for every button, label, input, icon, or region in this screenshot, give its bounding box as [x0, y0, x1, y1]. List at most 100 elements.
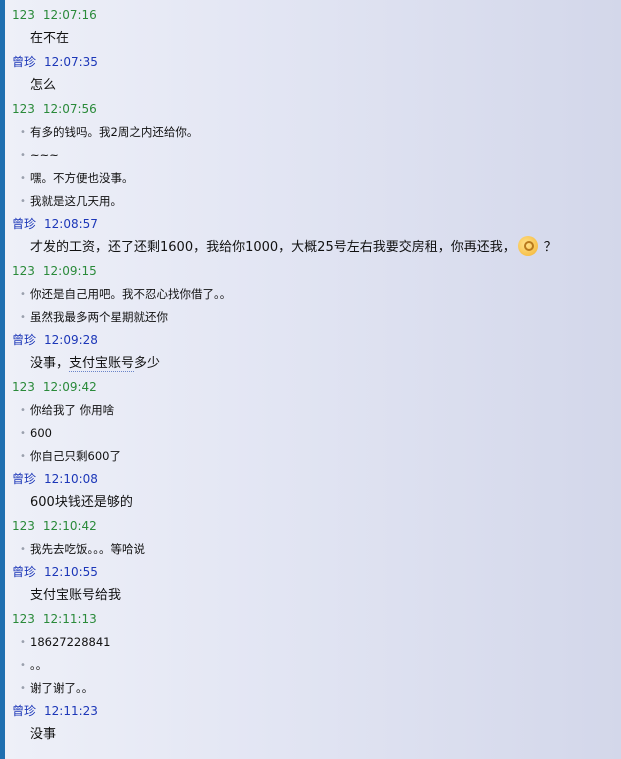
- message-group: 曾珍 12:10:55 支付宝账号给我: [0, 561, 621, 608]
- message-text[interactable]: • 嘿。不方便也没事。: [0, 167, 621, 190]
- sender-name: 123: [12, 519, 35, 533]
- message-text-content: 你还是自己用吧。我不忍心找你借了。。: [30, 287, 232, 301]
- sender-name: 123: [12, 612, 35, 626]
- message-timestamp: 12:08:57: [44, 217, 98, 231]
- bullet-icon: •: [20, 405, 26, 416]
- sender-name: 123: [12, 264, 35, 278]
- message-timestamp: 12:11:23: [44, 704, 98, 718]
- message-text[interactable]: • 。。: [0, 654, 621, 677]
- message-text-content: 有多的钱吗。我2周之内还给你。: [30, 125, 199, 139]
- message-text-part: 才发的工资，还了还剩1600，我给你1000，大概25号左右我要交房租，你再还我…: [30, 240, 516, 255]
- message-group: 曾珍 12:08:57 才发的工资，还了还剩1600，我给你1000，大概25号左右…: [0, 213, 621, 260]
- message-header: 123 12:07:16: [0, 4, 621, 27]
- sender-name: 曾珍: [12, 704, 37, 718]
- message-text[interactable]: • 谢了谢了。。: [0, 677, 621, 700]
- message-text[interactable]: • 你自己只剩600了: [0, 445, 621, 468]
- message-text-part: 多少: [134, 356, 161, 371]
- message-text[interactable]: 支付宝账号给我: [0, 584, 621, 608]
- message-header: 曾珍 12:07:35: [0, 51, 621, 74]
- bullet-icon: •: [20, 683, 26, 694]
- ok-hand-emoji-icon: [517, 236, 538, 256]
- message-timestamp: 12:09:15: [42, 264, 97, 278]
- sender-name: 123: [12, 8, 35, 22]
- sender-name: 曾珍: [12, 565, 37, 579]
- message-header: 曾珍 12:08:57: [0, 213, 621, 236]
- message-text[interactable]: • 我就是这几天用。: [0, 190, 621, 213]
- message-group: 曾珍 12:09:28 没事，支付宝账号多少: [0, 329, 621, 376]
- message-text-content: 600: [30, 426, 52, 440]
- message-text-content: 支付宝账号给我: [30, 588, 122, 603]
- message-timestamp: 12:10:08: [44, 472, 98, 486]
- message-text[interactable]: • 18627228841: [0, 631, 621, 654]
- bullet-icon: •: [20, 451, 26, 462]
- message-header: 曾珍 12:09:28: [0, 329, 621, 352]
- message-text[interactable]: 才发的工资，还了还剩1600，我给你1000，大概25号左右我要交房租，你再还我…: [0, 236, 621, 260]
- sender-name: 曾珍: [12, 55, 37, 69]
- message-text-content: 在不在: [30, 31, 70, 46]
- message-text-content: 。。: [30, 658, 48, 672]
- bullet-icon: •: [20, 660, 26, 671]
- message-text-content: 没事: [30, 727, 57, 742]
- bullet-icon: •: [20, 196, 26, 207]
- message-text-content: 虽然我最多两个星期就还你: [30, 310, 168, 324]
- message-header: 123 12:07:56: [0, 98, 621, 121]
- message-text[interactable]: • 600: [0, 422, 621, 445]
- message-header: 123 12:11:13: [0, 608, 621, 631]
- message-text-content: 我就是这几天用。: [30, 194, 122, 208]
- message-text-part: ？: [543, 240, 557, 255]
- message-text[interactable]: 没事，支付宝账号多少: [0, 352, 621, 376]
- message-text[interactable]: 怎么: [0, 74, 621, 98]
- message-text[interactable]: • 你给我了 你用啥: [0, 399, 621, 422]
- sender-name: 曾珍: [12, 333, 37, 347]
- bullet-icon: •: [20, 312, 26, 323]
- message-header: 曾珍 12:10:55: [0, 561, 621, 584]
- message-timestamp: 12:09:42: [42, 380, 97, 394]
- message-text[interactable]: • 你还是自己用吧。我不忍心找你借了。。: [0, 283, 621, 306]
- message-timestamp: 12:10:55: [44, 565, 98, 579]
- sender-name: 曾珍: [12, 472, 37, 486]
- message-text[interactable]: 没事: [0, 723, 621, 747]
- message-text[interactable]: • 虽然我最多两个星期就还你: [0, 306, 621, 329]
- message-header: 曾珍 12:10:08: [0, 468, 621, 491]
- message-timestamp: 12:07:35: [44, 55, 98, 69]
- message-text-content: 我先去吃饭。。。等哈说: [30, 542, 145, 556]
- message-header: 123 12:10:42: [0, 515, 621, 538]
- message-header: 123 12:09:42: [0, 376, 621, 399]
- message-text-content: ~~~: [30, 148, 59, 162]
- message-text-content: 18627228841: [30, 635, 111, 649]
- message-group: 123 12:09:15 • 你还是自己用吧。我不忍心找你借了。。 • 虽然我最多两个星期…: [0, 260, 621, 329]
- message-group: 曾珍 12:07:35 怎么: [0, 51, 621, 98]
- message-group: 123 12:11:13 • 18627228841 • 。。 • 谢了谢了。。: [0, 608, 621, 700]
- message-text[interactable]: • 我先去吃饭。。。等哈说: [0, 538, 621, 561]
- message-text-content: 嘿。不方便也没事。: [30, 171, 134, 185]
- message-text[interactable]: • ~~~: [0, 144, 621, 167]
- message-group: 曾珍 12:10:08 600块钱还是够的: [0, 468, 621, 515]
- message-text[interactable]: • 有多的钱吗。我2周之内还给你。: [0, 121, 621, 144]
- message-text-content: 谢了谢了。。: [30, 681, 94, 695]
- message-text-part: 没事，: [30, 356, 70, 371]
- message-group: 曾珍 12:11:23 没事: [0, 700, 621, 747]
- message-text-content: 600块钱还是够的: [30, 495, 133, 510]
- bullet-icon: •: [20, 544, 26, 555]
- message-group: 123 12:07:56 • 有多的钱吗。我2周之内还给你。 • ~~~ • 嘿。不方便也没事…: [0, 98, 621, 213]
- bullet-icon: •: [20, 127, 26, 138]
- bullet-icon: •: [20, 637, 26, 648]
- bullet-icon: •: [20, 173, 26, 184]
- message-text[interactable]: 在不在: [0, 27, 621, 51]
- message-header: 123 12:09:15: [0, 260, 621, 283]
- message-timestamp: 12:11:13: [42, 612, 97, 626]
- message-text-content: 怎么: [30, 78, 57, 93]
- bullet-icon: •: [20, 428, 26, 439]
- sender-name: 123: [12, 380, 35, 394]
- bullet-icon: •: [20, 289, 26, 300]
- message-timestamp: 12:07:56: [42, 102, 97, 116]
- message-timestamp: 12:07:16: [42, 8, 97, 22]
- alipay-account-link[interactable]: 支付宝账号: [69, 356, 135, 372]
- message-text[interactable]: 600块钱还是够的: [0, 491, 621, 515]
- message-group: 123 12:10:42 • 我先去吃饭。。。等哈说: [0, 515, 621, 561]
- sender-name: 曾珍: [12, 217, 37, 231]
- message-group: 123 12:09:42 • 你给我了 你用啥 • 600 • 你自己只剩600了: [0, 376, 621, 468]
- bullet-icon: •: [20, 150, 26, 161]
- message-timestamp: 12:09:28: [44, 333, 98, 347]
- chat-history[interactable]: 123 12:07:16 在不在 曾珍 12:07:35 怎么 123 12:07:56 • 有多…: [0, 4, 621, 747]
